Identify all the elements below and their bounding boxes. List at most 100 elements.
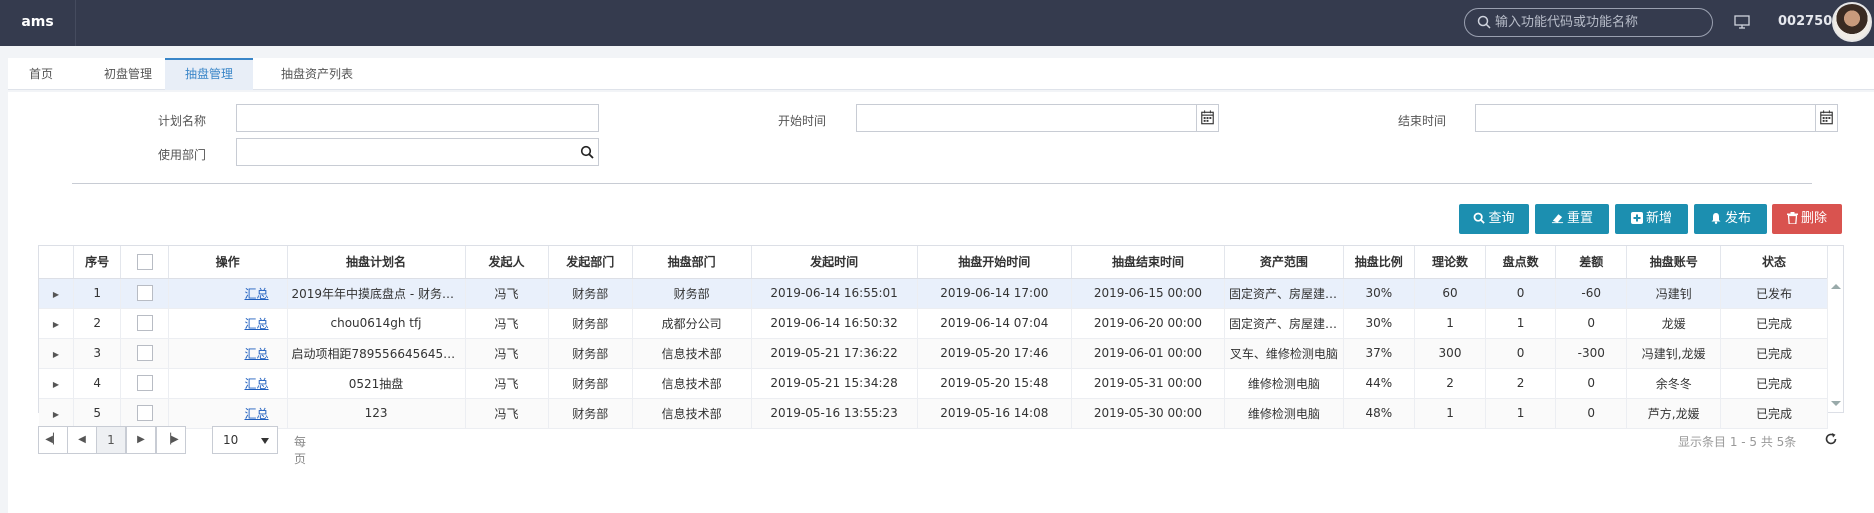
- add-button[interactable]: 新增: [1615, 204, 1688, 234]
- start-time-input[interactable]: [857, 105, 1218, 131]
- page-tabs: 首页 初盘管理 抽盘管理 抽盘资产列表: [8, 58, 1874, 90]
- function-search-input[interactable]: [1495, 12, 1695, 33]
- summary-link[interactable]: 汇总: [245, 377, 269, 391]
- column-header[interactable]: 发起时间: [751, 246, 918, 279]
- delete-button[interactable]: 删除: [1772, 204, 1842, 234]
- publish-button-label: 发布: [1724, 211, 1751, 226]
- row-checkbox-cell[interactable]: [120, 278, 169, 309]
- app-logo[interactable]: ams: [0, 0, 76, 46]
- summary-link-cell: 汇总: [168, 278, 288, 309]
- plan-name-input[interactable]: [237, 105, 598, 131]
- function-search-box[interactable]: [1464, 8, 1713, 37]
- expand-row-icon[interactable]: ▶: [39, 398, 74, 429]
- user-avatar[interactable]: [1832, 2, 1872, 42]
- column-header[interactable]: 抽盘开始时间: [917, 246, 1072, 279]
- column-header[interactable]: 发起部门: [548, 246, 633, 279]
- summary-link[interactable]: 汇总: [245, 317, 269, 331]
- summary-link-cell: 汇总: [168, 398, 288, 429]
- column-header[interactable]: 抽盘账号: [1626, 246, 1722, 279]
- select-all-header[interactable]: [120, 246, 169, 279]
- column-header[interactable]: 差额: [1555, 246, 1628, 279]
- difference-cell: 0: [1555, 308, 1628, 339]
- last-page-button[interactable]: ▕▶: [156, 426, 186, 454]
- end-time-input[interactable]: [1476, 105, 1837, 131]
- table-row[interactable]: ▶ 5 汇总 123 冯飞 财务部 信息技术部 2019-05-16 13:55…: [39, 398, 1828, 429]
- summary-link[interactable]: 汇总: [245, 347, 269, 361]
- tab-spot-check-asset-list[interactable]: 抽盘资产列表: [264, 58, 370, 90]
- table-row[interactable]: ▶ 2 汇总 chou0614gh tfj 冯飞 财务部 成都分公司 2019-…: [39, 308, 1828, 339]
- plan-name-field[interactable]: [236, 104, 599, 132]
- department-field[interactable]: [236, 138, 599, 166]
- row-checkbox[interactable]: [136, 285, 153, 301]
- query-button[interactable]: 查询: [1459, 204, 1529, 234]
- column-header[interactable]: 抽盘结束时间: [1071, 246, 1226, 279]
- search-icon[interactable]: [580, 145, 594, 159]
- end-time-cell: 2019-06-01 00:00: [1071, 338, 1226, 369]
- summary-link[interactable]: 汇总: [245, 407, 269, 421]
- summary-link[interactable]: 汇总: [245, 287, 269, 301]
- column-header[interactable]: 状态: [1720, 246, 1828, 279]
- expand-row-icon[interactable]: ▶: [39, 338, 74, 369]
- publish-button[interactable]: 发布: [1694, 204, 1767, 234]
- expand-row-icon[interactable]: ▶: [39, 368, 74, 399]
- tab-spot-check-management[interactable]: 抽盘管理: [165, 58, 253, 90]
- scroll-down-icon[interactable]: [1831, 401, 1841, 406]
- initiator-cell: 冯飞: [465, 398, 549, 429]
- difference-cell: 0: [1555, 398, 1628, 429]
- column-header[interactable]: 序号: [73, 246, 122, 279]
- first-page-button[interactable]: ◀▏: [38, 426, 68, 454]
- initiating-department-cell: 财务部: [548, 338, 633, 369]
- column-header[interactable]: 抽盘部门: [632, 246, 752, 279]
- initiator-cell: 冯飞: [465, 278, 549, 309]
- table-row[interactable]: ▶ 3 汇总 启动项相距789556645645645 冯飞 财务部 信息技术部…: [39, 338, 1828, 369]
- row-number: 1: [73, 278, 122, 309]
- initiated-time-cell: 2019-06-14 16:50:32: [751, 308, 918, 339]
- column-header[interactable]: 抽盘计划名: [287, 246, 466, 279]
- table-scrollbar[interactable]: [1827, 278, 1843, 412]
- expand-row-icon[interactable]: ▶: [39, 308, 74, 339]
- account-cell: 余冬冬: [1626, 368, 1722, 399]
- row-checkbox-cell[interactable]: [120, 368, 169, 399]
- tab-home[interactable]: 首页: [8, 58, 74, 90]
- current-page-button[interactable]: 1: [96, 426, 126, 454]
- row-checkbox-cell[interactable]: [120, 308, 169, 339]
- next-page-button[interactable]: ▶: [126, 426, 156, 454]
- row-checkbox[interactable]: [136, 375, 153, 391]
- row-checkbox-cell[interactable]: [120, 398, 169, 429]
- plan-name-cell: chou0614gh tfj: [287, 308, 466, 339]
- calendar-icon[interactable]: [1196, 105, 1218, 131]
- reset-button[interactable]: 重置: [1535, 204, 1609, 234]
- page-size-select[interactable]: 10: [212, 426, 278, 454]
- search-icon: [1477, 15, 1491, 29]
- column-header[interactable]: 操作: [168, 246, 288, 279]
- expand-row-icon[interactable]: ▶: [39, 278, 74, 309]
- trash-icon: [1786, 212, 1798, 225]
- row-checkbox[interactable]: [136, 345, 153, 361]
- user-id[interactable]: 002750: [1778, 14, 1832, 29]
- column-header[interactable]: 盘点数: [1485, 246, 1557, 279]
- monitor-icon[interactable]: [1734, 15, 1750, 29]
- column-header[interactable]: 资产范围: [1224, 246, 1344, 279]
- table-row[interactable]: ▶ 1 汇总 2019年年中摸底盘点 - 财务部抽盘 冯飞 财务部 财务部 20…: [39, 278, 1828, 309]
- row-checkbox[interactable]: [136, 315, 153, 331]
- initiated-time-cell: 2019-06-14 16:55:01: [751, 278, 918, 309]
- column-header[interactable]: 理论数: [1414, 246, 1487, 279]
- counted-cell: 1: [1485, 398, 1557, 429]
- tab-initial-inventory[interactable]: 初盘管理: [84, 58, 172, 90]
- calendar-icon[interactable]: [1815, 105, 1837, 131]
- column-header[interactable]: 抽盘比例: [1343, 246, 1415, 279]
- row-checkbox[interactable]: [136, 405, 153, 421]
- column-header[interactable]: 发起人: [465, 246, 549, 279]
- initiating-department-cell: 财务部: [548, 368, 633, 399]
- department-input[interactable]: [237, 139, 598, 165]
- end-time-field[interactable]: [1475, 104, 1838, 132]
- select-all-checkbox[interactable]: [136, 253, 153, 270]
- scroll-up-icon[interactable]: [1831, 284, 1841, 289]
- end-time-cell: 2019-05-31 00:00: [1071, 368, 1226, 399]
- table-row[interactable]: ▶ 4 汇总 0521抽盘 冯飞 财务部 信息技术部 2019-05-21 15…: [39, 368, 1828, 399]
- refresh-icon[interactable]: [1824, 432, 1838, 446]
- initiated-time-cell: 2019-05-21 15:34:28: [751, 368, 918, 399]
- prev-page-button[interactable]: ◀: [67, 426, 97, 454]
- row-checkbox-cell[interactable]: [120, 338, 169, 369]
- start-time-field[interactable]: [856, 104, 1219, 132]
